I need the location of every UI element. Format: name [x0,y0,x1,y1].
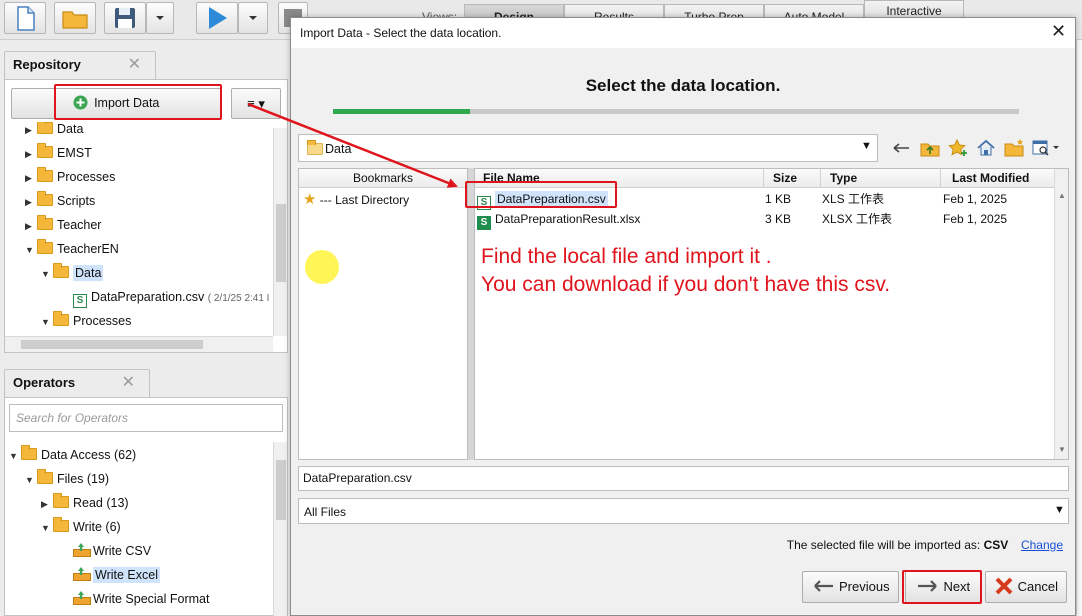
annotation-arrow [247,102,458,188]
